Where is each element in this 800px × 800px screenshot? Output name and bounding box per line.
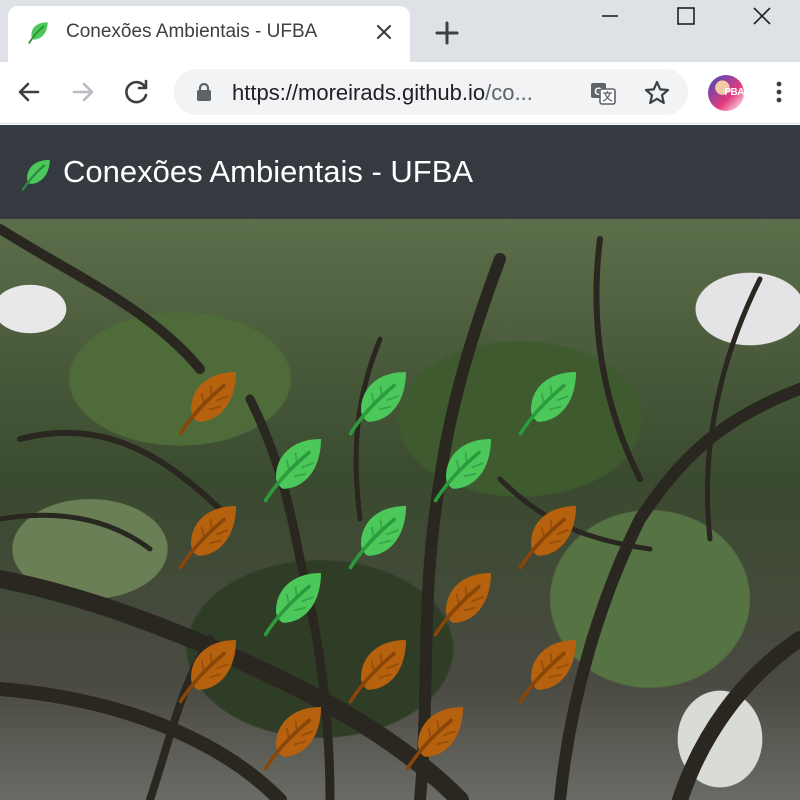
url-text[interactable]: https://moreirads.github.io/co... <box>232 80 572 106</box>
browser-tab[interactable]: Conexões Ambientais - UFBA <box>8 6 410 62</box>
new-tab-plus-icon[interactable] <box>432 18 462 48</box>
lock-icon[interactable] <box>194 82 214 102</box>
brown-leaf-icon[interactable] <box>400 701 472 773</box>
green-leaf-icon[interactable] <box>428 433 500 505</box>
site-brand-title[interactable]: Conexões Ambientais - UFBA <box>63 154 473 190</box>
brown-leaf-icon[interactable] <box>513 500 585 572</box>
green-leaf-icon[interactable] <box>343 366 415 438</box>
close-tab-icon[interactable] <box>372 20 396 44</box>
forward-arrow-icon[interactable] <box>68 77 98 107</box>
brown-leaf-icon[interactable] <box>173 500 245 572</box>
green-leaf-icon[interactable] <box>258 433 330 505</box>
reload-icon[interactable] <box>122 77 152 107</box>
window-close-button[interactable] <box>724 0 800 32</box>
minimize-button[interactable] <box>572 0 648 32</box>
maximize-button[interactable] <box>648 0 724 32</box>
leaf-icon <box>28 22 48 44</box>
bookmark-star-icon[interactable] <box>642 78 672 108</box>
tab-strip: Conexões Ambientais - UFBA <box>0 0 800 62</box>
green-leaf-icon[interactable] <box>258 567 330 639</box>
brown-leaf-icon[interactable] <box>428 567 500 639</box>
translate-icon[interactable]: G <box>588 78 618 108</box>
site-navbar: Conexões Ambientais - UFBA <box>0 125 800 219</box>
brown-leaf-icon[interactable] <box>173 366 245 438</box>
url-host: https://moreirads.github.io <box>232 80 486 105</box>
profile-avatar[interactable]: PBA <box>708 75 744 111</box>
back-arrow-icon[interactable] <box>14 77 44 107</box>
green-leaf-icon[interactable] <box>513 366 585 438</box>
tab-title: Conexões Ambientais - UFBA <box>66 21 318 42</box>
brown-leaf-icon[interactable] <box>343 634 415 706</box>
brown-leaf-icon[interactable] <box>173 634 245 706</box>
brown-leaf-icon[interactable] <box>513 634 585 706</box>
green-leaf-icon[interactable] <box>343 500 415 572</box>
maximize-icon <box>677 7 695 25</box>
leaf-icon[interactable] <box>20 157 54 191</box>
more-menu-icon[interactable] <box>764 77 794 107</box>
address-bar[interactable]: https://moreirads.github.io/co... G <box>174 69 688 115</box>
minimize-icon <box>602 15 618 17</box>
tree-photo-background <box>0 219 800 800</box>
window-close-icon <box>753 7 771 25</box>
url-path: /co... <box>485 80 533 105</box>
avatar-label: PBA <box>724 87 744 98</box>
browser-toolbar: https://moreirads.github.io/co... G PBA <box>0 62 800 124</box>
brown-leaf-icon[interactable] <box>258 701 330 773</box>
